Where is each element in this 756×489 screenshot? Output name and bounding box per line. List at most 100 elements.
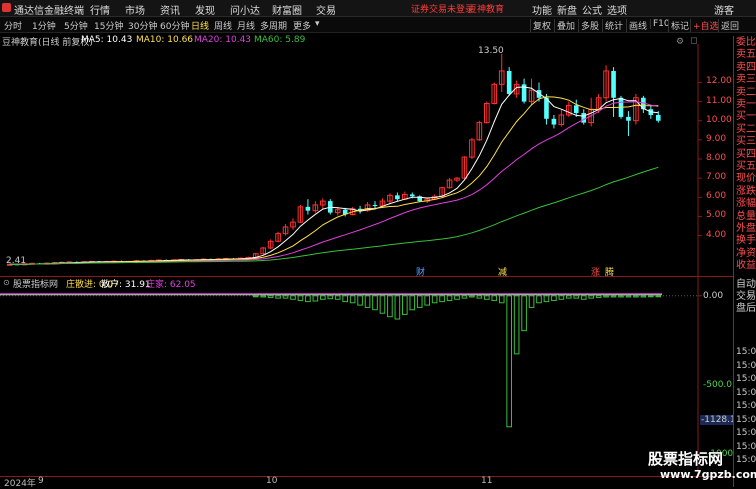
indicator-bar <box>297 295 304 301</box>
candle-body-down <box>409 194 415 197</box>
period-multi[interactable]: 多周期 <box>260 19 287 32</box>
period-60min[interactable]: 60分钟 <box>160 19 189 32</box>
menu-new-board[interactable]: 新盘 <box>557 2 577 17</box>
tick-time-label: 15:00 <box>736 347 756 357</box>
menu-formula[interactable]: 公式 <box>582 2 602 17</box>
candle-body-down <box>551 118 557 125</box>
period-30min[interactable]: 30分钟 <box>128 19 157 32</box>
overlay-button[interactable]: 叠加 <box>554 19 575 32</box>
candle-body-down <box>611 70 616 98</box>
period-daily[interactable]: 日线 <box>191 19 209 32</box>
menu-wealth-circle[interactable]: 财富圈 <box>272 2 302 17</box>
quote-field-label: 卖一 <box>736 99 756 110</box>
indicator-gear-icon[interactable]: ⊙ <box>3 278 10 287</box>
period-monthly[interactable]: 月线 <box>237 19 255 32</box>
indicator-bar <box>476 295 483 299</box>
indicator-bar <box>275 295 281 299</box>
indicator-bar <box>521 295 527 332</box>
chevron-down-icon[interactable]: ▾ <box>315 19 320 29</box>
indicator-bar <box>454 295 460 300</box>
candle-body-down <box>395 195 400 200</box>
date-axis <box>0 476 733 488</box>
indicator-bar <box>424 295 430 306</box>
candle-body-down <box>581 113 587 123</box>
menu-news[interactable]: 资讯 <box>160 2 180 17</box>
menu-trade[interactable]: 交易 <box>316 2 336 17</box>
guest-user[interactable]: 游客 <box>714 2 734 17</box>
indicator-bar <box>327 295 334 300</box>
indicator-bar <box>409 295 416 311</box>
app-title: 通达信金融终端 <box>14 6 84 17</box>
indicator-bar <box>551 295 557 301</box>
indicator-bar <box>446 295 453 301</box>
date-month-11: 11 <box>481 476 493 486</box>
chart-area[interactable] <box>0 44 733 476</box>
stock-name-title: 豆神教育 <box>468 5 505 15</box>
indicator-bar <box>387 295 393 318</box>
menu-assistant[interactable]: 问小达 <box>230 2 260 17</box>
indicator-bar <box>267 295 274 299</box>
indicator-bar <box>595 295 602 299</box>
period-1min[interactable]: 1分钟 <box>32 19 56 32</box>
tick-time-label: 15:00 <box>736 387 756 398</box>
indicator-bar <box>491 295 498 301</box>
indicator-bar <box>260 295 266 298</box>
indicator-bar <box>439 295 445 303</box>
login-warning[interactable]: 证券交易未登录 <box>411 2 474 15</box>
indicator-bar <box>357 295 363 306</box>
mark-button[interactable]: 标记 <box>668 19 689 32</box>
quote-field-label: 涨跌 <box>736 185 756 197</box>
candle-body-down <box>372 204 378 206</box>
quote-field-label: 委比 <box>736 37 756 48</box>
multi-stock-button[interactable]: 多股 <box>578 19 599 32</box>
quote-field-label: 换手 <box>736 235 756 247</box>
indicator-label-retail: 散户: 31.91 <box>101 280 151 290</box>
app-logo-icon <box>2 3 11 12</box>
back-button[interactable]: 返回 <box>718 19 739 32</box>
period-5min[interactable]: 5分钟 <box>64 19 88 32</box>
indicator-name[interactable]: 股票指标网 <box>13 277 58 290</box>
quote-field-label: 现价 <box>736 173 756 185</box>
indicator-bar <box>648 295 654 298</box>
restore-rights-button[interactable]: 复权 <box>530 19 551 32</box>
indicator-bar <box>305 295 311 303</box>
candle-body-down <box>506 70 512 94</box>
trade-panel-label[interactable]: 盘后 <box>736 303 756 315</box>
add-favorite-button[interactable]: +自选 <box>690 19 719 32</box>
indicator-bar <box>498 295 505 304</box>
indicator-bar <box>320 295 326 300</box>
f10-button[interactable]: F10 <box>650 19 670 29</box>
period-weekly[interactable]: 周线 <box>214 19 232 32</box>
price-tick-label: 10.00 <box>706 114 732 125</box>
price-tick-label: 7.00 <box>706 172 727 183</box>
indicator-bar <box>372 295 378 311</box>
menu-discover[interactable]: 发现 <box>195 2 215 17</box>
menu-market-quotes[interactable]: 行情 <box>90 2 110 17</box>
period-timeshare[interactable]: 分时 <box>4 19 22 32</box>
indicator-bar <box>618 295 624 298</box>
statistics-button[interactable]: 统计 <box>602 19 623 32</box>
indicator-bar <box>290 295 296 300</box>
indicator-bar <box>431 295 438 304</box>
indicator-bar <box>394 295 401 320</box>
candle-body-down <box>573 105 579 114</box>
date-year: 2024年 <box>4 479 36 489</box>
trade-panel-label[interactable]: 自动 <box>736 279 756 291</box>
quote-field-label: 卖二 <box>736 86 756 98</box>
indicator-bar <box>633 295 639 298</box>
period-15min[interactable]: 15分钟 <box>94 19 123 32</box>
menu-options[interactable]: 选项 <box>607 2 627 17</box>
indicator-bar <box>402 295 408 315</box>
quote-field-label: 涨幅 <box>736 198 756 210</box>
indicator-bar <box>536 295 542 304</box>
ind-axis-500: -500.0 <box>703 380 733 390</box>
trade-panel-label[interactable]: 交易 <box>736 291 756 303</box>
menu-market[interactable]: 市场 <box>125 2 145 17</box>
menu-functions[interactable]: 功能 <box>532 2 552 17</box>
draw-line-button[interactable]: 画线 <box>626 19 647 32</box>
watermark-title: 股票指标网 <box>648 450 724 468</box>
quote-field-label: 买三 <box>736 136 756 148</box>
tick-time-label: 15:00 <box>736 428 756 438</box>
period-more[interactable]: 更多 <box>293 19 311 32</box>
indicator-bar <box>342 295 348 303</box>
